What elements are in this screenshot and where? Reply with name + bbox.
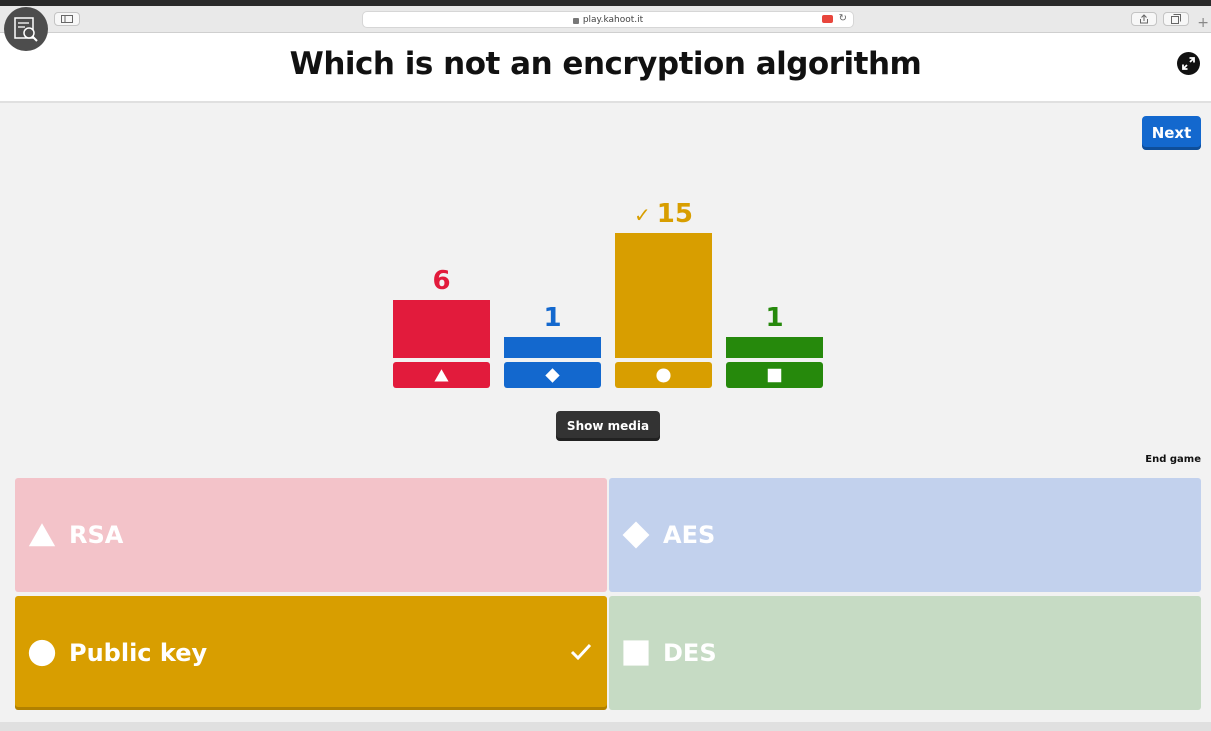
result-count-value: 15 — [656, 199, 693, 229]
result-count-square: 1 — [726, 303, 823, 333]
result-count-value: 1 — [765, 303, 784, 333]
result-base-square — [726, 362, 823, 388]
answer-shape — [621, 520, 651, 550]
answer-option-diamond[interactable]: AES — [609, 478, 1201, 592]
result-bar-square — [726, 337, 823, 358]
correct-check-icon: ✓ — [634, 203, 651, 227]
answer-label: RSA — [69, 521, 124, 549]
answer-shape — [27, 638, 57, 668]
results-chart: 6 1 ✓ 15 1 — [0, 0, 1211, 400]
answer-shape — [27, 520, 57, 550]
result-count-circle: ✓ 15 — [615, 199, 712, 229]
result-base-diamond — [504, 362, 601, 388]
result-bar-circle — [615, 233, 712, 358]
answer-shape — [621, 638, 651, 668]
end-game-button[interactable]: End game — [1145, 454, 1201, 465]
result-count-triangle: 6 — [393, 266, 490, 296]
bottom-bar — [0, 722, 1211, 731]
answer-option-triangle[interactable]: RSA — [15, 478, 607, 592]
result-count-value: 6 — [432, 265, 451, 296]
answer-option-square[interactable]: DES — [609, 596, 1201, 710]
circle-icon — [656, 367, 671, 383]
magnifier-icon — [14, 17, 38, 42]
answer-option-circle[interactable]: Public key — [15, 596, 607, 710]
diamond-icon — [622, 521, 650, 549]
zoom-tool-button[interactable] — [4, 7, 48, 51]
correct-answer-check-icon — [569, 640, 593, 664]
result-count-value: 1 — [543, 303, 562, 333]
show-media-button[interactable]: Show media — [556, 411, 660, 441]
square-icon — [767, 368, 782, 382]
diamond-icon — [545, 367, 560, 383]
square-icon — [623, 640, 649, 666]
result-bar-triangle — [393, 299, 490, 358]
answer-label: AES — [663, 521, 716, 549]
result-count-diamond: 1 — [504, 303, 601, 333]
result-bar-diamond — [504, 337, 601, 358]
answer-label: Public key — [69, 639, 208, 667]
answer-label: DES — [663, 639, 717, 667]
triangle-icon — [434, 368, 449, 381]
result-base-triangle — [393, 362, 490, 388]
circle-icon — [28, 639, 56, 667]
triangle-icon — [28, 523, 56, 547]
result-base-circle — [615, 362, 712, 388]
